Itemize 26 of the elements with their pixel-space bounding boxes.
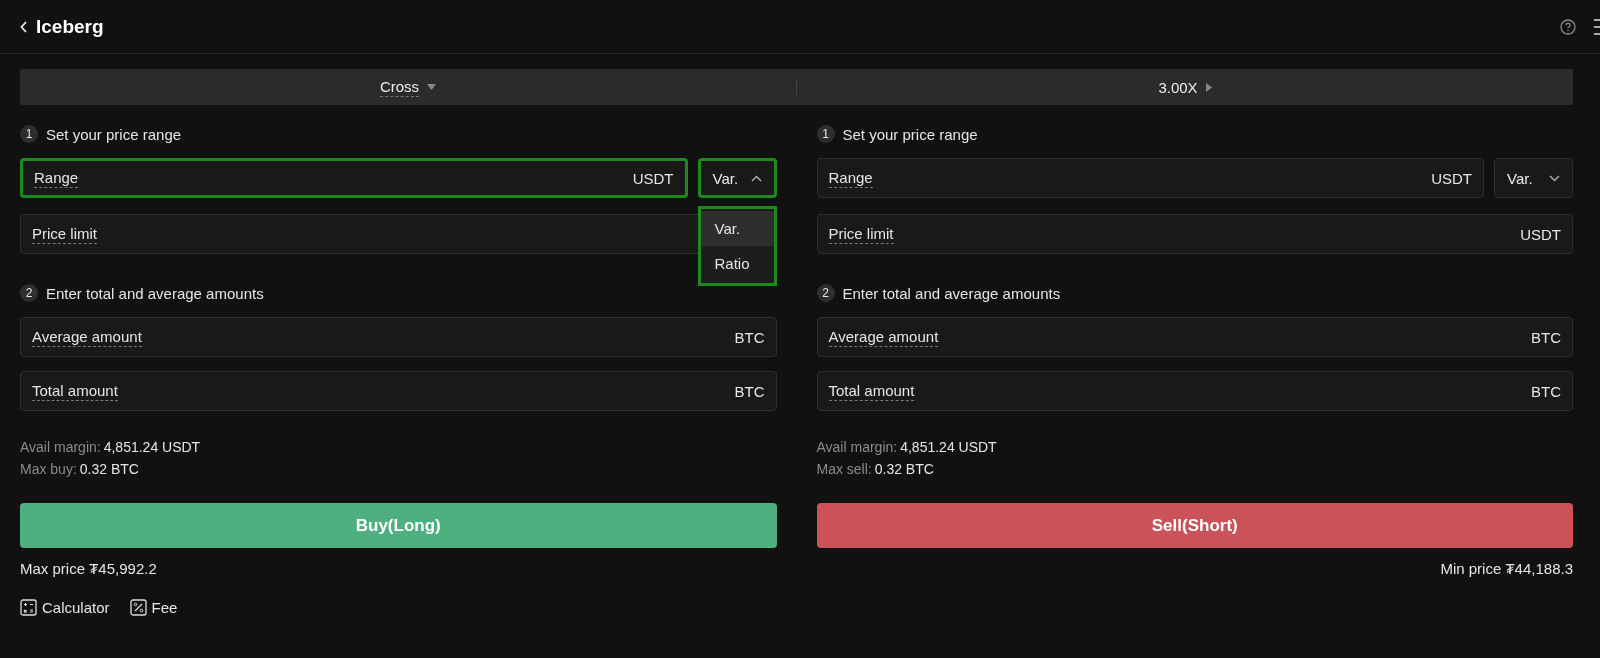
unit-label: USDT	[1520, 225, 1561, 243]
step-number: 2	[20, 284, 38, 302]
info-value: 4,851.24 USDT	[900, 439, 997, 455]
unit-label: BTC	[734, 382, 765, 400]
info-label: Avail margin:	[20, 439, 101, 455]
step-number: 1	[20, 125, 38, 143]
info-value: 4,851.24 USDT	[103, 439, 201, 455]
info-label: Max sell:	[816, 461, 872, 477]
page-title: Iceberg	[36, 15, 104, 38]
price-note: Max price ₮45,992.2	[20, 560, 157, 577]
unit-label: BTC	[1531, 382, 1561, 400]
step-label: Enter total and average amounts	[46, 284, 264, 302]
unit-label: BTC	[734, 328, 765, 346]
info-value: 0.32 BTC	[874, 461, 934, 477]
info-label: Avail margin:	[816, 439, 898, 455]
price-note: Min price ₮44,188.3	[1440, 560, 1573, 577]
info-value: 0.32 BTC	[79, 461, 139, 477]
step-label: Enter total and average amounts	[842, 284, 1061, 302]
step-number: 1	[816, 125, 835, 143]
unit-label: USDT	[632, 169, 674, 187]
step-number: 2	[816, 284, 835, 302]
step-label: Set your price range	[46, 125, 182, 143]
step-label: Set your price range	[842, 125, 978, 143]
unit-label: BTC	[1531, 328, 1561, 346]
unit-label: USDT	[1431, 169, 1472, 187]
info-label: Max buy:	[20, 461, 77, 477]
